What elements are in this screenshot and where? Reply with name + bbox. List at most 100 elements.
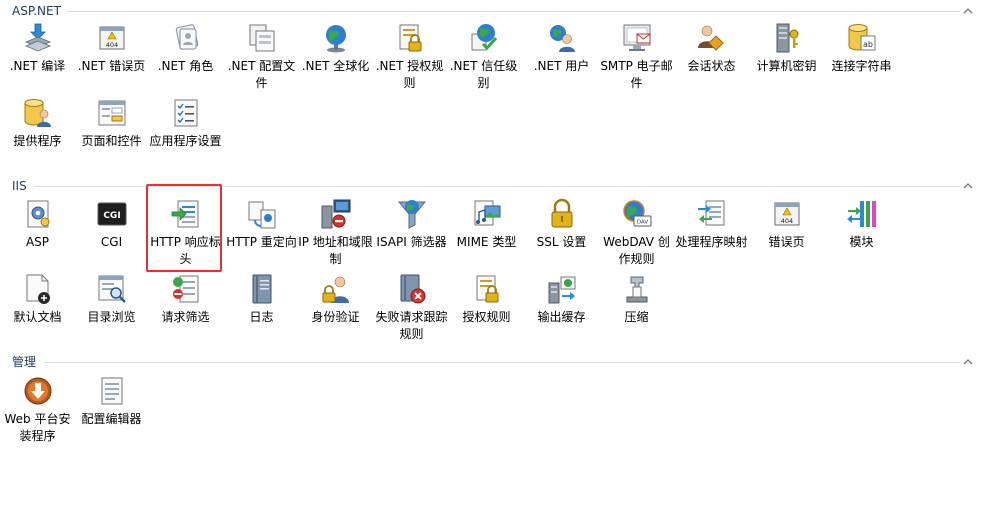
feature-item-net-profile[interactable]: .NET 配置文件 — [224, 22, 299, 92]
feature-item-request-filtering[interactable]: 请求筛选 — [148, 273, 223, 326]
user-globe-icon — [549, 25, 575, 52]
feature-label: .NET 全球化 — [301, 59, 370, 73]
globe-checkmark-icon — [471, 24, 497, 51]
error-page-404-icon: 404 — [99, 26, 124, 50]
feature-label: HTTP 重定向 — [226, 235, 297, 249]
modules-icon — [846, 201, 876, 227]
feature-item-configuration-editor[interactable]: 配置编辑器 — [74, 375, 149, 428]
feature-item-net-authorization[interactable]: .NET 授权规则 — [372, 22, 447, 92]
feature-label: IP 地址和域限制 — [298, 235, 373, 266]
svg-text:404: 404 — [780, 217, 792, 225]
output-cache-icon — [548, 276, 575, 304]
feature-label: 目录浏览 — [87, 310, 136, 324]
feature-label: 连接字符串 — [831, 59, 892, 73]
section-header-aspnet: ASP.NET — [0, 4, 982, 20]
feature-item-ssl-settings[interactable]: SSL 设置 — [524, 198, 599, 251]
authentication-user-icon — [322, 276, 349, 303]
feature-label: .NET 授权规则 — [375, 59, 444, 90]
svg-text:404: 404 — [105, 41, 117, 49]
feature-item-providers[interactable]: 提供程序 — [0, 97, 75, 150]
feature-item-modules[interactable]: 模块 — [824, 198, 899, 251]
chevron-up-icon[interactable] — [962, 180, 974, 192]
request-filter-icon — [172, 275, 198, 303]
feature-item-net-globalization[interactable]: .NET 全球化 — [298, 22, 373, 75]
feature-item-default-document[interactable]: 默认文档 — [0, 273, 75, 326]
chevron-up-icon[interactable] — [962, 5, 974, 17]
feature-item-directory-browsing[interactable]: 目录浏览 — [74, 273, 149, 326]
feature-item-session-state[interactable]: 会话状态 — [674, 22, 749, 75]
feature-item-webdav-authoring[interactable]: DAV WebDAV 创作规则 — [599, 198, 674, 268]
feature-label: 请求筛选 — [161, 310, 210, 324]
download-gears-icon — [24, 23, 51, 52]
svg-text:CGI: CGI — [103, 211, 120, 221]
webdav-globe-icon: DAV — [622, 200, 651, 227]
feature-item-net-users[interactable]: .NET 用户 — [524, 22, 599, 75]
compression-clamp-icon — [626, 276, 647, 303]
section-title: 管理 — [12, 355, 37, 369]
feature-item-http-redirect[interactable]: HTTP 重定向 — [224, 198, 299, 251]
section-header-iis: IIS — [0, 179, 982, 195]
feature-label: Web 平台安装程序 — [4, 412, 71, 443]
database-text-icon: ab — [848, 24, 875, 51]
feature-item-logging[interactable]: 日志 — [224, 273, 299, 326]
feature-label: 页面和控件 — [81, 134, 142, 148]
feature-label: 授权规则 — [462, 310, 511, 324]
feature-item-authorization-rules[interactable]: 授权规则 — [449, 273, 524, 326]
feature-item-authentication[interactable]: 身份验证 — [298, 273, 373, 326]
feature-label: SSL 设置 — [536, 235, 587, 249]
feature-item-asp[interactable]: ASP — [0, 198, 75, 251]
feature-item-isapi-filters[interactable]: ISAPI 筛选器 — [374, 198, 449, 251]
feature-label: HTTP 响应标头 — [150, 235, 221, 266]
section-title: IIS — [12, 179, 27, 193]
profile-pages-icon — [249, 24, 274, 52]
page-controls-icon — [98, 100, 125, 126]
feature-item-http-response-headers[interactable]: HTTP 响应标头 — [148, 198, 223, 268]
feature-item-net-error-pages[interactable]: 404 .NET 错误页 — [74, 22, 149, 75]
chevron-up-icon[interactable] — [962, 356, 974, 368]
feature-item-failed-request-tracing[interactable]: 失败请求跟踪规则 — [374, 273, 449, 343]
feature-label: 压缩 — [624, 310, 649, 324]
section-title: ASP.NET — [12, 4, 61, 18]
globe-icon — [325, 25, 346, 53]
feature-label: 输出缓存 — [537, 310, 586, 324]
session-users-icon — [697, 25, 724, 51]
section-divider — [34, 186, 960, 187]
feature-label: 模块 — [849, 235, 874, 249]
document-lock-icon — [476, 275, 498, 303]
asp-gear-icon — [27, 200, 49, 228]
feature-item-compression[interactable]: 压缩 — [599, 273, 674, 326]
feature-label: 日志 — [249, 310, 274, 324]
feature-item-machine-key[interactable]: 计算机密钥 — [749, 22, 824, 75]
feature-item-pages-controls[interactable]: 页面和控件 — [74, 97, 149, 150]
feature-item-connection-strings[interactable]: ab 连接字符串 — [824, 22, 899, 75]
feature-label: .NET 用户 — [533, 59, 590, 73]
feature-item-handler-mappings[interactable]: 处理程序映射 — [674, 198, 749, 251]
feature-item-smtp-email[interactable]: SMTP 电子邮件 — [599, 22, 674, 92]
feature-item-cgi[interactable]: CGI CGI — [74, 198, 149, 251]
feature-item-net-trust-levels[interactable]: .NET 信任级别 — [446, 22, 521, 92]
document-lock-icon — [399, 24, 421, 52]
padlock-icon — [551, 198, 572, 228]
feature-item-app-settings[interactable]: 应用程序设置 — [148, 97, 223, 150]
feature-item-output-caching[interactable]: 输出缓存 — [524, 273, 599, 326]
feature-label: MIME 类型 — [456, 235, 517, 249]
failed-request-icon — [400, 274, 425, 304]
feature-item-ip-domain-restrictions[interactable]: IP 地址和域限制 — [298, 198, 373, 268]
feature-label: 处理程序映射 — [675, 235, 748, 249]
feature-label: ASP — [25, 235, 50, 249]
error-page-404-icon: 404 — [774, 202, 799, 226]
feature-item-error-pages[interactable]: 404 错误页 — [749, 198, 824, 251]
svg-text:DAV: DAV — [636, 220, 648, 226]
feature-label: .NET 信任级别 — [449, 59, 518, 90]
feature-item-net-compilation[interactable]: .NET 编译 — [0, 22, 75, 75]
mime-media-icon — [474, 200, 500, 226]
section-header-management: 管理 — [0, 355, 982, 371]
feature-item-web-platform-installer[interactable]: Web 平台安装程序 — [0, 375, 75, 445]
feature-label: 失败请求跟踪规则 — [375, 310, 448, 341]
feature-item-net-roles[interactable]: .NET 角色 — [148, 22, 223, 75]
section-divider — [66, 11, 960, 12]
feature-label: 应用程序设置 — [149, 134, 222, 148]
ip-restriction-icon — [321, 199, 350, 229]
directory-browse-icon — [98, 275, 126, 303]
feature-item-mime-types[interactable]: MIME 类型 — [449, 198, 524, 251]
